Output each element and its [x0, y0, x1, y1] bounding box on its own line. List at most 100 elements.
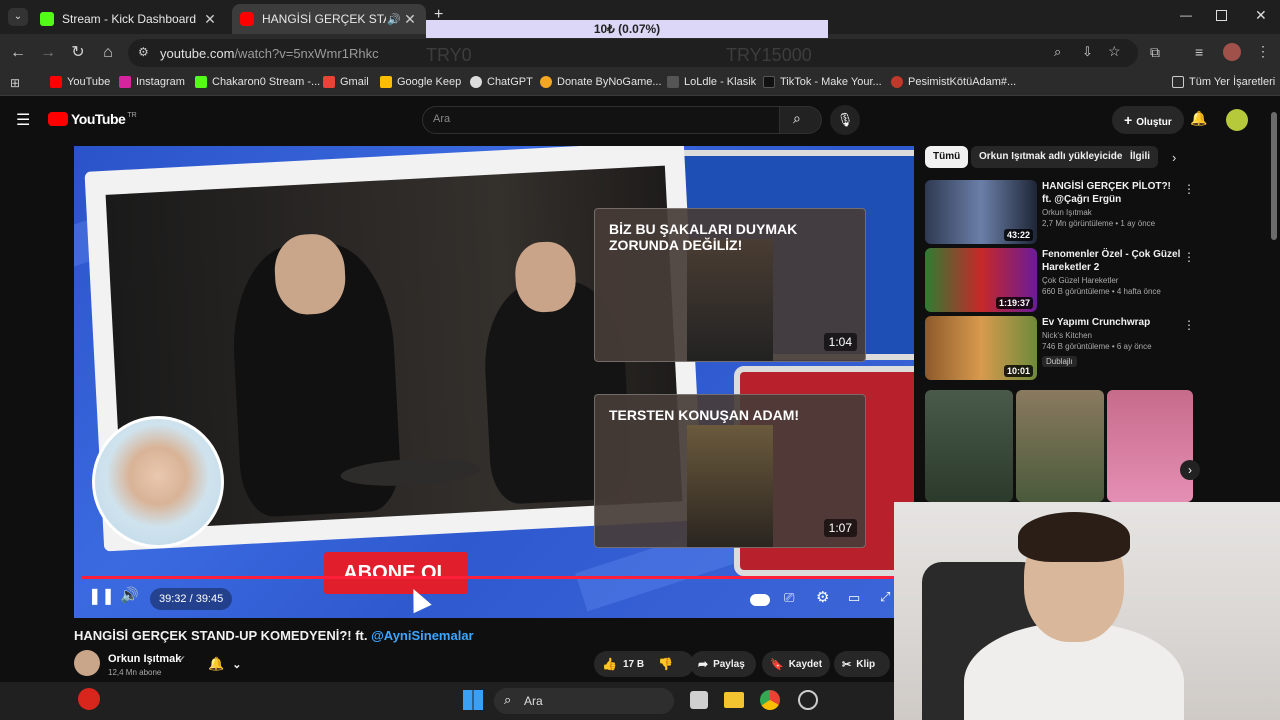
taskbar-search[interactable]: ⌕ Ara	[494, 688, 674, 714]
close-icon[interactable]: ✕	[402, 11, 418, 28]
share-button[interactable]: ➦ Paylaş	[690, 651, 756, 677]
overlay-left-value: TRY0	[426, 45, 472, 65]
chip-uploader[interactable]: Orkun Işıtmak adlı yükleyiciden	[971, 146, 1137, 168]
bookmark-star-icon[interactable]: ☆	[1108, 43, 1121, 60]
bookmark-kick[interactable]: Chakaron0 Stream -...	[195, 76, 320, 88]
install-app-icon[interactable]: ⇩	[1082, 44, 1093, 60]
bookmark-tiktok[interactable]: TikTok - Make Your...	[763, 76, 882, 88]
youtube-play-icon	[48, 112, 68, 126]
site-info-icon[interactable]: ⚙	[138, 45, 149, 59]
extensions-icon[interactable]: ⧉	[1150, 44, 1160, 61]
save-button[interactable]: 🔖 Kaydet	[762, 651, 830, 677]
title-mention-link[interactable]: @AyniSinemalar	[371, 628, 474, 643]
bookmark-loldle[interactable]: LoLdle - Klasik	[667, 76, 756, 88]
recommendation-title: Ev Yapımı Crunchwrap	[1042, 317, 1151, 328]
file-explorer-icon[interactable]	[724, 692, 744, 708]
more-options-icon[interactable]: ⋮	[1183, 318, 1195, 332]
recommendation-info: Fenomenler Özel - Çok Güzel Hareketler 2…	[1042, 248, 1182, 296]
zoom-icon[interactable]: ⌕	[1054, 44, 1061, 60]
tab-kick-dashboard[interactable]: Stream - Kick Dashboard ✕	[32, 4, 226, 34]
channel-endcard-avatar[interactable]	[92, 416, 224, 548]
progress-bar[interactable]	[82, 576, 906, 579]
youtube-logo[interactable]: YouTube TR	[48, 111, 137, 127]
shorts-thumbnail[interactable]	[1016, 390, 1104, 502]
fullscreen-icon[interactable]: ⤢	[880, 589, 890, 605]
shorts-thumbnail[interactable]	[925, 390, 1013, 502]
voice-search-button[interactable]: 🎙	[830, 105, 860, 135]
more-options-icon[interactable]: ⋮	[1183, 250, 1195, 264]
all-bookmarks[interactable]: Tüm Yer İşaretleri	[1172, 76, 1275, 88]
address-bar[interactable]: ⚙ youtube.com/watch?v=5nxWmr1Rhkc TRY0 T…	[128, 39, 1138, 67]
create-button[interactable]: + Oluştur	[1112, 106, 1184, 134]
search-input[interactable]: Ara	[422, 106, 780, 134]
settings-gear-icon[interactable]: ⚙	[816, 588, 829, 606]
tab-search-button[interactable]: ⌄	[8, 8, 28, 26]
page-scrollbar[interactable]	[1271, 112, 1277, 240]
recommendation-info: HANGİSİ GERÇEK PİLOT?! ft. @Çağrı Ergün …	[1042, 180, 1182, 228]
pause-button[interactable]: ❚❚	[88, 586, 115, 606]
search-button[interactable]: ⌕	[780, 106, 822, 134]
miniplayer-icon[interactable]: ▭	[848, 590, 860, 606]
bookmark-donate[interactable]: Donate ByNoGame...	[540, 76, 662, 88]
app-icon[interactable]	[78, 688, 100, 710]
bookmark-google-keep[interactable]: Google Keep	[380, 76, 461, 88]
channel-name[interactable]: Orkun Işıtmak	[108, 653, 181, 665]
bookmark-instagram[interactable]: Instagram	[119, 76, 185, 88]
task-view-icon[interactable]	[690, 691, 708, 709]
recommendation-thumbnail: 1:19:37	[925, 248, 1037, 312]
more-options-icon[interactable]: ⋮	[1183, 182, 1195, 196]
bookmark-pesimist[interactable]: PesimistKötüAdam#...	[891, 76, 1016, 88]
like-button[interactable]: 👍 17 B 👎	[594, 651, 694, 677]
speaker-icon[interactable]: 🔊	[386, 13, 402, 26]
notifications-bell-icon[interactable]: 🔔	[1190, 110, 1207, 127]
duration-badge: 10:01	[1003, 365, 1033, 377]
bookmark-chatgpt[interactable]: ChatGPT	[470, 76, 533, 88]
maximize-button[interactable]	[1216, 10, 1227, 21]
kick-icon	[195, 76, 207, 88]
recommendation-channel: Orkun Işıtmak	[1042, 208, 1092, 217]
menu-icon[interactable]: ⋮	[1256, 43, 1270, 60]
subscribe-overlay-button[interactable]: ABONE OL	[324, 552, 468, 594]
chrome-icon[interactable]	[760, 690, 780, 710]
reload-button[interactable]: ↻	[68, 43, 88, 63]
obs-icon[interactable]	[798, 690, 818, 710]
thumbs-down-icon[interactable]: 👎	[658, 657, 673, 671]
media-controls-icon[interactable]: ≡	[1195, 44, 1203, 60]
chevron-right-icon[interactable]: ›	[1180, 460, 1200, 480]
volume-button[interactable]: 🔊	[120, 586, 139, 604]
person-left-face	[272, 232, 348, 317]
close-icon[interactable]: ✕	[202, 11, 218, 28]
notification-subscribe-button[interactable]: 🔔 ⌄	[200, 651, 252, 677]
bookmark-youtube[interactable]: YouTube	[50, 76, 110, 88]
tab-title: HANGİSİ GERÇEK STAND-UP	[262, 12, 386, 26]
autoplay-toggle[interactable]	[750, 594, 770, 606]
windows-start-icon[interactable]	[463, 690, 483, 710]
subtitles-icon[interactable]: ⎚	[784, 590, 794, 606]
endcard-title: TERSTEN KONUŞAN ADAM!	[609, 407, 800, 423]
chip-related[interactable]: İlgili	[1122, 146, 1158, 168]
recommendation-item[interactable]: 43:22 HANGİSİ GERÇEK PİLOT?! ft. @Çağrı …	[925, 180, 1195, 244]
tab-youtube-video[interactable]: HANGİSİ GERÇEK STAND-UP 🔊 ✕	[232, 4, 426, 34]
home-icon[interactable]: ⌂	[98, 43, 118, 63]
shorts-thumbnail[interactable]	[1107, 390, 1193, 502]
account-avatar[interactable]	[1226, 109, 1248, 131]
forward-button[interactable]: →	[38, 43, 58, 63]
clip-button[interactable]: ✂ Klip	[834, 651, 890, 677]
apps-icon[interactable]: ⊞	[10, 76, 20, 90]
bookmark-gmail[interactable]: Gmail	[323, 76, 369, 88]
endcard-video-1[interactable]: BİZ BU ŞAKALARI DUYMAK ZORUNDA DEĞİLİZ! …	[594, 208, 866, 362]
profile-avatar[interactable]	[1223, 43, 1241, 61]
channel-avatar[interactable]	[74, 650, 100, 676]
back-button[interactable]: ←	[8, 43, 28, 63]
recommendation-item[interactable]: 10:01 Ev Yapımı Crunchwrap Nick's Kitche…	[925, 316, 1195, 380]
hamburger-menu-icon[interactable]: ☰	[16, 110, 30, 130]
chip-all[interactable]: Tümü	[925, 146, 969, 168]
minimize-button[interactable]: —	[1180, 8, 1192, 22]
thumbs-up-icon: 👍	[602, 657, 617, 671]
chevron-right-icon[interactable]: ›	[1172, 150, 1176, 165]
recommendation-item[interactable]: 1:19:37 Fenomenler Özel - Çok Güzel Hare…	[925, 248, 1195, 312]
video-player[interactable]: BİZ BU ŞAKALARI DUYMAK ZORUNDA DEĞİLİZ! …	[74, 146, 914, 618]
endcard-video-2[interactable]: TERSTEN KONUŞAN ADAM! 1:07	[594, 394, 866, 548]
close-window-button[interactable]: ✕	[1255, 7, 1267, 24]
bookmarks-bar: ⊞ YouTube Instagram Chakaron0 Stream -..…	[0, 72, 1280, 96]
